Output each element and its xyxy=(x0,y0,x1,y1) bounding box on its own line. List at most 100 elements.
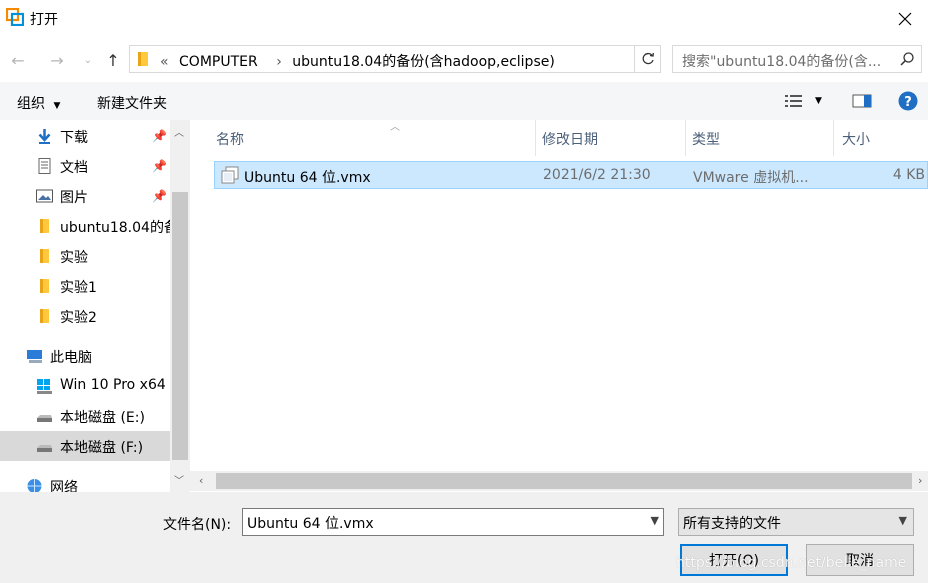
column-header-name[interactable]: ︿ 名称 xyxy=(214,120,536,156)
chevron-down-icon: ▼ xyxy=(898,514,907,527)
pin-icon[interactable]: 📌 xyxy=(152,159,167,173)
folder-icon xyxy=(40,309,49,323)
filename-label: 文件名(N): xyxy=(163,517,232,533)
column-label: 修改日期 xyxy=(542,132,598,148)
file-list: ︿ 名称 修改日期 类型 大小 Ubuntu 64 位.vmx 2021/6/2… xyxy=(190,120,928,492)
breadcrumb-backup-folder[interactable]: ubuntu18.04的备份(含hadoop,eclipse) xyxy=(292,54,555,70)
column-label: 类型 xyxy=(692,132,720,148)
nav-item-label: 本地磁盘 (F:) xyxy=(60,440,144,456)
chevron-down-icon[interactable]: ▼ xyxy=(651,514,659,527)
folder-icon xyxy=(40,279,49,293)
nav-item-label: 图片 xyxy=(60,190,88,206)
back-arrow-icon: ← xyxy=(11,50,25,70)
folder-icon xyxy=(138,52,148,66)
recent-locations-button[interactable]: ⌄ xyxy=(76,48,100,72)
file-type-select[interactable]: 所有支持的文件 ▼ xyxy=(678,508,914,536)
folder-icon xyxy=(40,219,49,233)
organize-button[interactable]: 组织 ▼ xyxy=(17,93,60,113)
file-type-value: 所有支持的文件 xyxy=(683,516,781,532)
search-icon[interactable] xyxy=(899,51,915,67)
title-bar: 打开 xyxy=(0,0,928,38)
filename-input[interactable]: Ubuntu 64 位.vmx ▼ xyxy=(242,508,664,536)
drive-icon xyxy=(37,415,52,422)
nav-item-experiment-2[interactable]: 实验2 xyxy=(0,301,172,331)
chevron-down-icon: ⌄ xyxy=(83,54,93,66)
nav-item-win10-drive[interactable]: Win 10 Pro x64 xyxy=(0,371,172,401)
up-arrow-icon: ↑ xyxy=(106,50,120,70)
nav-item-label: 本地磁盘 (E:) xyxy=(60,410,145,426)
nav-item-experiment[interactable]: 实验 xyxy=(0,241,172,271)
scroll-up-icon[interactable]: ︿ xyxy=(174,124,184,139)
nav-item-label: 实验2 xyxy=(60,310,97,326)
search-box[interactable]: 搜索"ubuntu18.04的备份(含... xyxy=(672,45,922,73)
network-icon xyxy=(27,479,42,492)
window-title: 打开 xyxy=(30,12,58,28)
nav-item-drive-e[interactable]: 本地磁盘 (E:) xyxy=(0,401,172,431)
scroll-down-icon[interactable]: ﹀ xyxy=(174,472,184,487)
refresh-button[interactable] xyxy=(634,46,660,72)
column-header-type[interactable]: 类型 xyxy=(686,120,834,156)
view-options-icon[interactable] xyxy=(784,94,804,108)
column-header-size[interactable]: 大小 xyxy=(834,120,928,156)
nav-item-label: 实验 xyxy=(60,250,88,266)
new-folder-button[interactable]: 新建文件夹 xyxy=(97,93,167,113)
breadcrumb-separator-icon[interactable]: › xyxy=(276,54,282,70)
close-button[interactable] xyxy=(882,0,928,38)
column-label: 名称 xyxy=(216,132,244,148)
computer-icon xyxy=(27,350,42,363)
pin-icon[interactable]: 📌 xyxy=(152,129,167,143)
download-arrow-icon xyxy=(38,129,51,144)
preview-pane-icon[interactable] xyxy=(852,94,872,108)
nav-scrollbar-thumb[interactable] xyxy=(172,192,188,460)
windows-drive-icon xyxy=(37,379,52,394)
column-header-modified[interactable]: 修改日期 xyxy=(536,120,686,156)
pin-icon[interactable]: 📌 xyxy=(152,189,167,203)
svg-text:?: ? xyxy=(904,95,912,110)
search-placeholder: 搜索"ubuntu18.04的备份(含... xyxy=(682,54,882,70)
forward-arrow-icon: → xyxy=(50,50,64,70)
nav-item-documents[interactable]: 文档 📌 xyxy=(0,151,172,181)
scroll-left-icon[interactable]: ‹ xyxy=(199,474,203,487)
nav-item-label: 此电脑 xyxy=(50,350,92,366)
document-icon xyxy=(38,158,51,174)
file-list-scrollbar-thumb[interactable] xyxy=(216,473,912,489)
address-row: ← → ⌄ ↑ « COMPUTER › ubuntu18.04的备份(含had… xyxy=(0,38,928,82)
forward-button[interactable]: → xyxy=(45,48,69,72)
nav-item-this-pc[interactable]: 此电脑 xyxy=(0,341,172,371)
drive-icon xyxy=(37,445,52,452)
nav-item-label: 实验1 xyxy=(60,280,97,296)
command-bar: 组织 ▼ 新建文件夹 ▼ ? xyxy=(0,82,928,120)
dialog-footer: 文件名(N): Ubuntu 64 位.vmx ▼ 所有支持的文件 ▼ 打开(O… xyxy=(0,492,928,583)
nav-item-ubuntu-backup[interactable]: ubuntu18.04的备份 xyxy=(0,211,172,241)
nav-item-label: 下载 xyxy=(60,130,88,146)
picture-icon xyxy=(36,189,53,203)
nav-item-drive-f[interactable]: 本地磁盘 (F:) xyxy=(0,431,172,461)
help-icon[interactable]: ? xyxy=(898,91,918,111)
close-icon xyxy=(898,12,912,26)
nav-item-pictures[interactable]: 图片 📌 xyxy=(0,181,172,211)
nav-item-experiment-1[interactable]: 实验1 xyxy=(0,271,172,301)
organize-label: 组织 xyxy=(17,96,45,112)
nav-scrollbar[interactable]: ︿ ﹀ xyxy=(170,120,190,492)
watermark: https://blog.csdn.net/belle_name xyxy=(676,555,907,571)
breadcrumb-overflow[interactable]: « xyxy=(160,54,169,70)
back-button[interactable]: ← xyxy=(6,48,30,72)
nav-item-label: 文档 xyxy=(60,160,88,176)
file-row[interactable]: Ubuntu 64 位.vmx 2021/6/2 21:30 VMware 虚拟… xyxy=(214,161,928,189)
address-bar[interactable]: « COMPUTER › ubuntu18.04的备份(含hadoop,ecli… xyxy=(129,45,661,73)
file-list-scrollbar[interactable]: ‹ › xyxy=(190,471,928,491)
nav-item-network[interactable]: 网络 xyxy=(0,471,172,492)
sort-ascending-icon: ︿ xyxy=(390,122,400,133)
nav-item-label: Win 10 Pro x64 xyxy=(60,377,166,393)
navigation-pane: 下载 📌 文档 📌 图片 📌 ubuntu18.04的备份 实验 实验1 xyxy=(0,120,190,492)
view-dropdown-chevron-icon[interactable]: ▼ xyxy=(815,96,822,106)
column-label: 大小 xyxy=(842,132,870,148)
breadcrumb-computer[interactable]: COMPUTER xyxy=(179,54,258,70)
vmx-file-icon xyxy=(221,166,239,184)
nav-item-downloads[interactable]: 下载 📌 xyxy=(0,121,172,151)
scroll-right-icon[interactable]: › xyxy=(918,474,922,487)
refresh-icon xyxy=(642,52,654,65)
up-button[interactable]: ↑ xyxy=(101,48,125,72)
file-name: Ubuntu 64 位.vmx xyxy=(244,170,371,186)
file-size: 4 KB xyxy=(892,167,925,183)
